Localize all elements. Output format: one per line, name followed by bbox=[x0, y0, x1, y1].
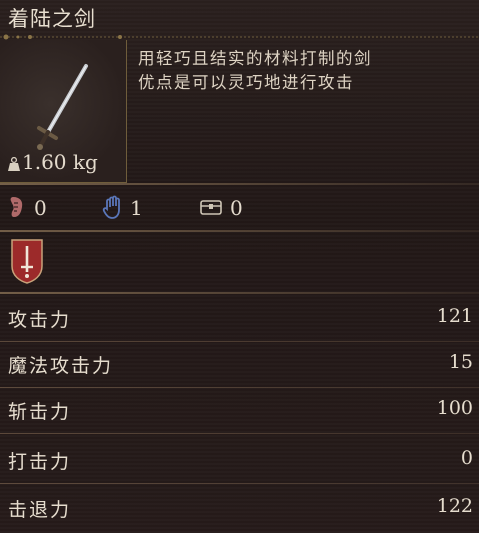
chest-requirement-value: 0 bbox=[230, 196, 243, 220]
weight-icon bbox=[8, 157, 20, 171]
stat-row-slash: 斩击力 100 bbox=[0, 388, 479, 434]
stat-value: 121 bbox=[436, 305, 473, 327]
item-description: 用轻巧且结实的材料打制的剑 优点是可以灵巧地进行攻击 bbox=[138, 47, 372, 95]
stat-label: 击退力 bbox=[8, 499, 72, 521]
stat-value: 122 bbox=[436, 495, 473, 517]
section-divider bbox=[0, 292, 479, 294]
stat-value: 0 bbox=[460, 447, 473, 469]
dexterity-hand-icon bbox=[102, 195, 120, 219]
stat-label: 打击力 bbox=[8, 451, 72, 473]
stat-label: 攻击力 bbox=[8, 309, 72, 331]
sword-type-shield-icon bbox=[11, 239, 43, 284]
row-divider bbox=[0, 433, 479, 434]
stat-row-strike: 打击力 0 bbox=[0, 438, 479, 484]
item-name: 着陆之剑 bbox=[8, 7, 96, 31]
strength-icon bbox=[10, 197, 23, 217]
item-tooltip-panel: 着陆之剑 1.60 kg 用轻巧且结实的材料打制的剑 优点是可以灵巧地进行攻击 … bbox=[0, 0, 479, 533]
section-divider bbox=[0, 230, 479, 232]
row-divider bbox=[0, 483, 479, 484]
stat-row-knockback: 击退力 122 bbox=[0, 486, 479, 532]
stat-value: 15 bbox=[448, 351, 473, 373]
item-weight: 1.60 kg bbox=[22, 150, 98, 174]
sword-icon bbox=[37, 64, 88, 150]
chest-icon bbox=[200, 200, 222, 215]
section-divider bbox=[0, 183, 479, 185]
stat-label: 魔法攻击力 bbox=[8, 355, 114, 377]
dexterity-requirement-value: 1 bbox=[130, 196, 143, 220]
stat-label: 斩击力 bbox=[8, 401, 72, 423]
strength-requirement-value: 0 bbox=[34, 196, 47, 220]
stat-row-attack: 攻击力 121 bbox=[0, 296, 479, 342]
description-line: 用轻巧且结实的材料打制的剑 bbox=[138, 49, 372, 68]
description-line: 优点是可以灵巧地进行攻击 bbox=[138, 73, 354, 92]
stat-value: 100 bbox=[436, 397, 473, 419]
stat-row-magic-attack: 魔法攻击力 15 bbox=[0, 342, 479, 388]
weapon-image-frame: 1.60 kg bbox=[0, 40, 127, 183]
